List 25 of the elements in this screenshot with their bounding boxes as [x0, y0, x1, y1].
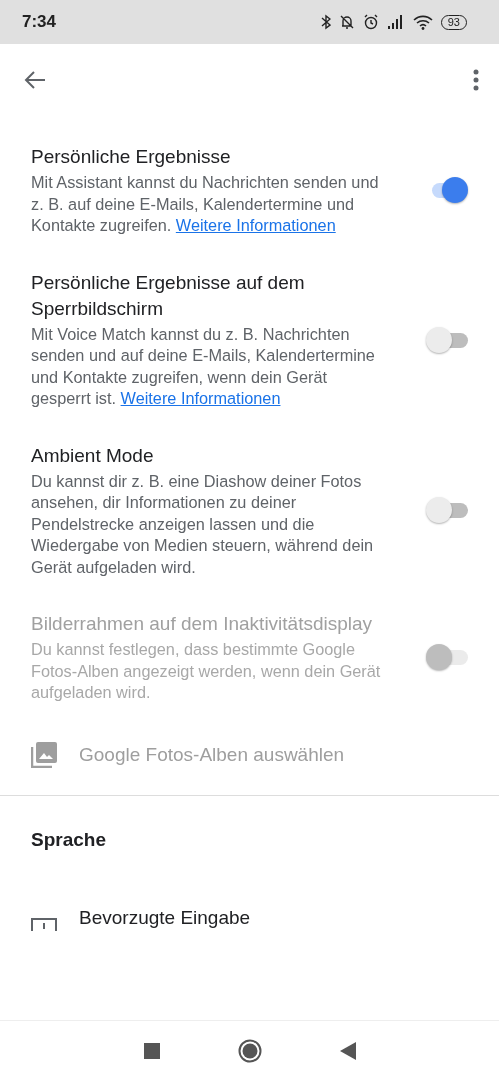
alarm-icon	[362, 14, 379, 30]
status-time: 7:34	[22, 12, 57, 32]
section-heading: Sprache	[30, 827, 107, 851]
setting-description: Du kannst festlegen, dass bestimmte Google Fotos-Alben angezeigt werden, wenn dein Gerät aufgeladen wird.	[31, 639, 382, 703]
learn-more-link[interactable]: Weitere Informationen	[175, 216, 336, 234]
setting-description: Du kannst dir z. B. eine Diashow deiner Fotos ansehen, dir Informationen zu deiner Pendelstrecke anzeigen lassen und die Wiedergabe von Medien steuern, während dein Gerät aufgeladen wird.	[31, 470, 375, 578]
wifi-icon	[412, 14, 433, 30]
setting-description: Mit Voice Match kannst du z. B. Nachrichten senden und auf deine E-Mails, Kalendertermine und Kontakte zugreifen, wenn dein Gerät gesperrt ist. Weitere Informationen	[31, 323, 376, 409]
setting-title: Bilderrahmen auf dem Inaktivitätsdisplay	[31, 612, 374, 636]
bell-muted-icon	[338, 14, 355, 30]
setting-description: Mit Assistant kannst du Nachrichten senden und z. B. auf deine E-Mails, Kalendertermine und Kontakte zugreifen. Weitere Informationen	[31, 172, 380, 236]
back-icon[interactable]	[339, 1042, 356, 1060]
learn-more-link[interactable]: Weitere Informationen	[120, 389, 281, 407]
signal-icon	[386, 15, 405, 29]
more-options-icon[interactable]	[473, 69, 479, 91]
setting-title: Persönliche Ergebnisse	[31, 145, 232, 169]
recents-icon[interactable]	[143, 1043, 160, 1059]
bluetooth-icon	[320, 14, 331, 30]
toggle-switch[interactable]	[426, 326, 468, 353]
toggle-switch[interactable]	[426, 497, 468, 524]
home-icon[interactable]	[237, 1039, 262, 1063]
back-arrow-icon[interactable]	[24, 70, 46, 90]
setting-title: Persönliche Ergebnisse auf dem Sperrbildschirm	[31, 270, 306, 321]
setting-title: Ambient Mode	[31, 443, 155, 468]
setting-title[interactable]: Bevorzugte Eingabe	[79, 906, 251, 929]
